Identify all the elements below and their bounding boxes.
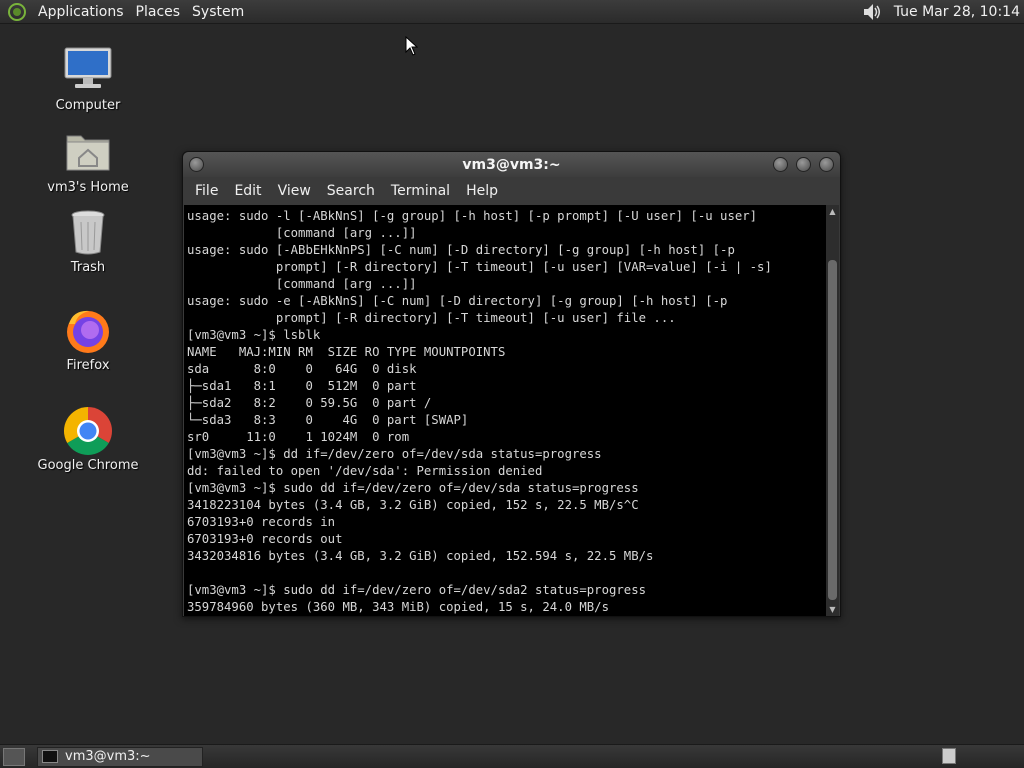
window-title: vm3@vm3:~ xyxy=(462,156,561,173)
menu-help[interactable]: Help xyxy=(458,183,506,199)
terminal-line: sr0 11:0 1 1024M 0 rom xyxy=(187,430,410,444)
terminal-line: dd: failed to open '/dev/sda': Permissio… xyxy=(187,464,543,478)
scroll-up-icon[interactable]: ▲ xyxy=(828,207,837,216)
terminal-line: [vm3@vm3 ~]$ sudo dd if=/dev/zero of=/de… xyxy=(187,583,647,597)
minimize-button[interactable] xyxy=(773,157,788,172)
menu-edit[interactable]: Edit xyxy=(226,183,269,199)
terminal-line: sda 8:0 0 64G 0 disk xyxy=(187,362,417,376)
menu-applications[interactable]: Applications xyxy=(32,4,130,20)
desktop-icon-home[interactable]: vm3's Home xyxy=(28,128,148,195)
top-panel: Applications Places System Tue Mar 28, 1… xyxy=(0,0,1024,24)
menu-system[interactable]: System xyxy=(186,4,250,20)
menu-view[interactable]: View xyxy=(270,183,319,199)
firefox-icon xyxy=(63,306,113,356)
desktop-icon-firefox[interactable]: Firefox xyxy=(28,306,148,373)
menu-search[interactable]: Search xyxy=(319,183,383,199)
bottom-panel: vm3@vm3:~ xyxy=(0,744,1024,768)
gnome-foot-icon[interactable] xyxy=(8,2,26,21)
scroll-down-icon[interactable]: ▼ xyxy=(828,605,837,614)
window-menu-icon[interactable] xyxy=(189,157,204,172)
terminal-line: [vm3@vm3 ~]$ dd if=/dev/zero of=/dev/sda… xyxy=(187,447,602,461)
menu-file[interactable]: File xyxy=(187,183,226,199)
terminal-line: [command [arg ...]] xyxy=(187,277,417,291)
terminal-menubar: File Edit View Search Terminal Help xyxy=(183,177,840,204)
scrollbar-thumb[interactable] xyxy=(828,260,837,600)
terminal-line: usage: sudo -l [-ABkNnS] [-g group] [-h … xyxy=(187,209,758,223)
chrome-icon xyxy=(63,406,113,456)
desktop-icon-label: Google Chrome xyxy=(37,458,139,473)
desktop-icon-computer[interactable]: Computer xyxy=(28,46,148,113)
terminal-output[interactable]: usage: sudo -l [-ABkNnS] [-g group] [-h … xyxy=(184,205,827,616)
terminal-scrollbar[interactable]: ▲ ▼ xyxy=(826,205,839,616)
terminal-line: [vm3@vm3 ~]$ lsblk xyxy=(187,328,321,342)
terminal-line: 359784960 bytes (360 MB, 343 MiB) copied… xyxy=(187,600,609,614)
desktop-icon-trash[interactable]: Trash xyxy=(28,208,148,275)
terminal-line: 6703193+0 records out xyxy=(187,532,343,546)
desktop-icon-label: Computer xyxy=(55,98,121,113)
menu-terminal[interactable]: Terminal xyxy=(383,183,458,199)
terminal-line: prompt] [-R directory] [-T timeout] [-u … xyxy=(187,260,772,274)
desktop-icon-label: Firefox xyxy=(66,358,110,373)
terminal-line: [vm3@vm3 ~]$ sudo dd if=/dev/zero of=/de… xyxy=(187,481,639,495)
desktop-icon-chrome[interactable]: Google Chrome xyxy=(28,406,148,473)
show-desktop-icon[interactable] xyxy=(3,747,25,766)
terminal-line: prompt] [-R directory] [-T timeout] [-u … xyxy=(187,311,676,325)
desktop-icon-label: vm3's Home xyxy=(47,180,129,195)
close-button[interactable] xyxy=(819,157,834,172)
computer-icon xyxy=(63,46,113,96)
terminal-line: 6703193+0 records in xyxy=(187,515,336,529)
maximize-button[interactable] xyxy=(796,157,811,172)
terminal-line: NAME MAJ:MIN RM SIZE RO TYPE MOUNTPOINTS xyxy=(187,345,506,359)
clock[interactable]: Tue Mar 28, 10:14 xyxy=(894,4,1020,20)
terminal-line: [command [arg ...]] xyxy=(187,226,417,240)
terminal-window: vm3@vm3:~ File Edit View Search Terminal… xyxy=(182,151,841,617)
taskbar-item-terminal[interactable]: vm3@vm3:~ xyxy=(37,746,203,767)
terminal-line: usage: sudo -e [-ABkNnS] [-C num] [-D di… xyxy=(187,294,728,308)
home-folder-icon xyxy=(63,128,113,178)
terminal-icon xyxy=(42,750,58,763)
desktop-icon-label: Trash xyxy=(70,260,106,275)
terminal-line: 3418223104 bytes (3.4 GB, 3.2 GiB) copie… xyxy=(187,498,639,512)
terminal-line: 3432034816 bytes (3.4 GB, 3.2 GiB) copie… xyxy=(187,549,654,563)
menu-places[interactable]: Places xyxy=(130,4,187,20)
terminal-line: usage: sudo [-ABbEHkNnPS] [-C num] [-D d… xyxy=(187,243,735,257)
mouse-cursor-icon xyxy=(405,36,418,56)
taskbar-item-label: vm3@vm3:~ xyxy=(65,749,151,764)
terminal-line: ├─sda2 8:2 0 59.5G 0 part / xyxy=(187,396,432,410)
window-titlebar[interactable]: vm3@vm3:~ xyxy=(183,152,840,177)
terminal-line: ├─sda1 8:1 0 512M 0 part xyxy=(187,379,417,393)
terminal-line: └─sda3 8:3 0 4G 0 part [SWAP] xyxy=(187,413,469,427)
trash-icon xyxy=(63,208,113,258)
workspace-switcher[interactable] xyxy=(942,748,956,764)
volume-icon[interactable] xyxy=(862,2,884,22)
